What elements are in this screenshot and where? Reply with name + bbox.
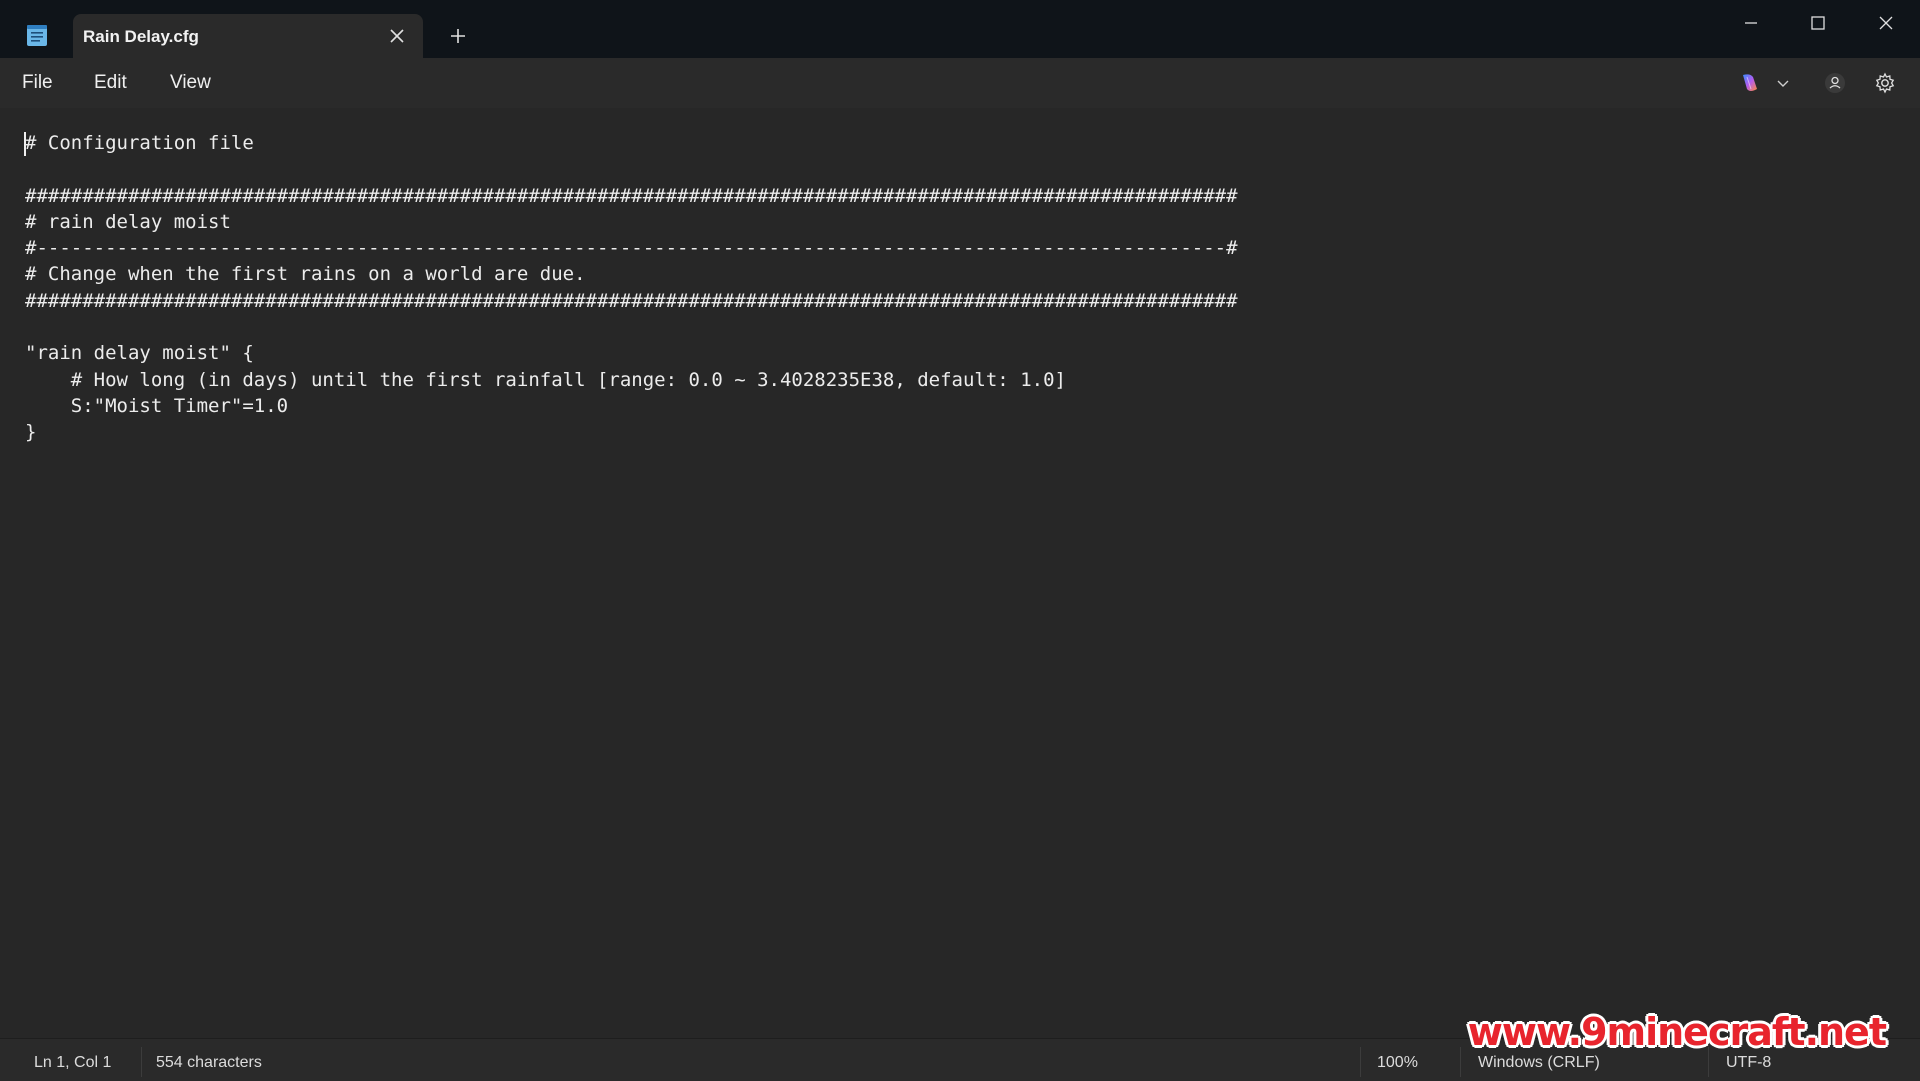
encoding[interactable]: UTF-8 xyxy=(1726,1054,1771,1072)
maximize-button[interactable] xyxy=(1795,6,1841,40)
title-bar: Rain Delay.cfg xyxy=(0,0,1920,58)
watermark: www.9minecraft.net xyxy=(1467,1010,1887,1054)
tab-title: Rain Delay.cfg xyxy=(83,27,199,46)
line-ending[interactable]: Windows (CRLF) xyxy=(1478,1054,1600,1072)
close-tab-icon[interactable] xyxy=(385,24,409,48)
text-caret xyxy=(24,132,26,156)
text-editor[interactable]: # Configuration file ###################… xyxy=(0,108,1920,1038)
copilot-icon[interactable] xyxy=(1737,70,1763,96)
editor-content[interactable]: # Configuration file ###################… xyxy=(25,130,1238,446)
notepad-icon xyxy=(26,23,48,47)
cursor-position[interactable]: Ln 1, Col 1 xyxy=(34,1054,111,1072)
editor-line: # Change when the first rains on a world… xyxy=(25,263,586,286)
tab-rain-delay[interactable]: Rain Delay.cfg xyxy=(73,14,423,58)
account-icon[interactable] xyxy=(1822,70,1848,96)
editor-line: ########################################… xyxy=(25,289,1238,312)
status-divider xyxy=(1360,1047,1361,1077)
editor-line: ########################################… xyxy=(25,184,1238,207)
status-divider xyxy=(1460,1047,1461,1077)
new-tab-button[interactable] xyxy=(446,24,470,48)
editor-line: # How long (in days) until the first rai… xyxy=(25,368,1066,391)
menu-file[interactable]: File xyxy=(22,72,53,94)
menu-bar: File Edit View xyxy=(0,58,1920,108)
editor-line: # rain delay moist xyxy=(25,210,231,233)
close-window-button[interactable] xyxy=(1863,6,1909,40)
character-count: 554 characters xyxy=(156,1054,262,1071)
editor-line: S:"Moist Timer"=1.0 xyxy=(25,394,289,417)
editor-line: } xyxy=(25,421,37,444)
zoom-level[interactable]: 100% xyxy=(1377,1054,1418,1072)
chevron-down-icon[interactable] xyxy=(1770,70,1796,96)
gear-icon[interactable] xyxy=(1872,70,1898,96)
status-divider xyxy=(141,1047,142,1077)
menu-view[interactable]: View xyxy=(170,72,211,94)
editor-line: #---------------------------------------… xyxy=(25,237,1238,260)
menu-edit[interactable]: Edit xyxy=(94,72,127,94)
editor-line: "rain delay moist" { xyxy=(25,342,254,365)
minimize-button[interactable] xyxy=(1728,6,1774,40)
editor-line: # Configuration file xyxy=(25,132,254,154)
